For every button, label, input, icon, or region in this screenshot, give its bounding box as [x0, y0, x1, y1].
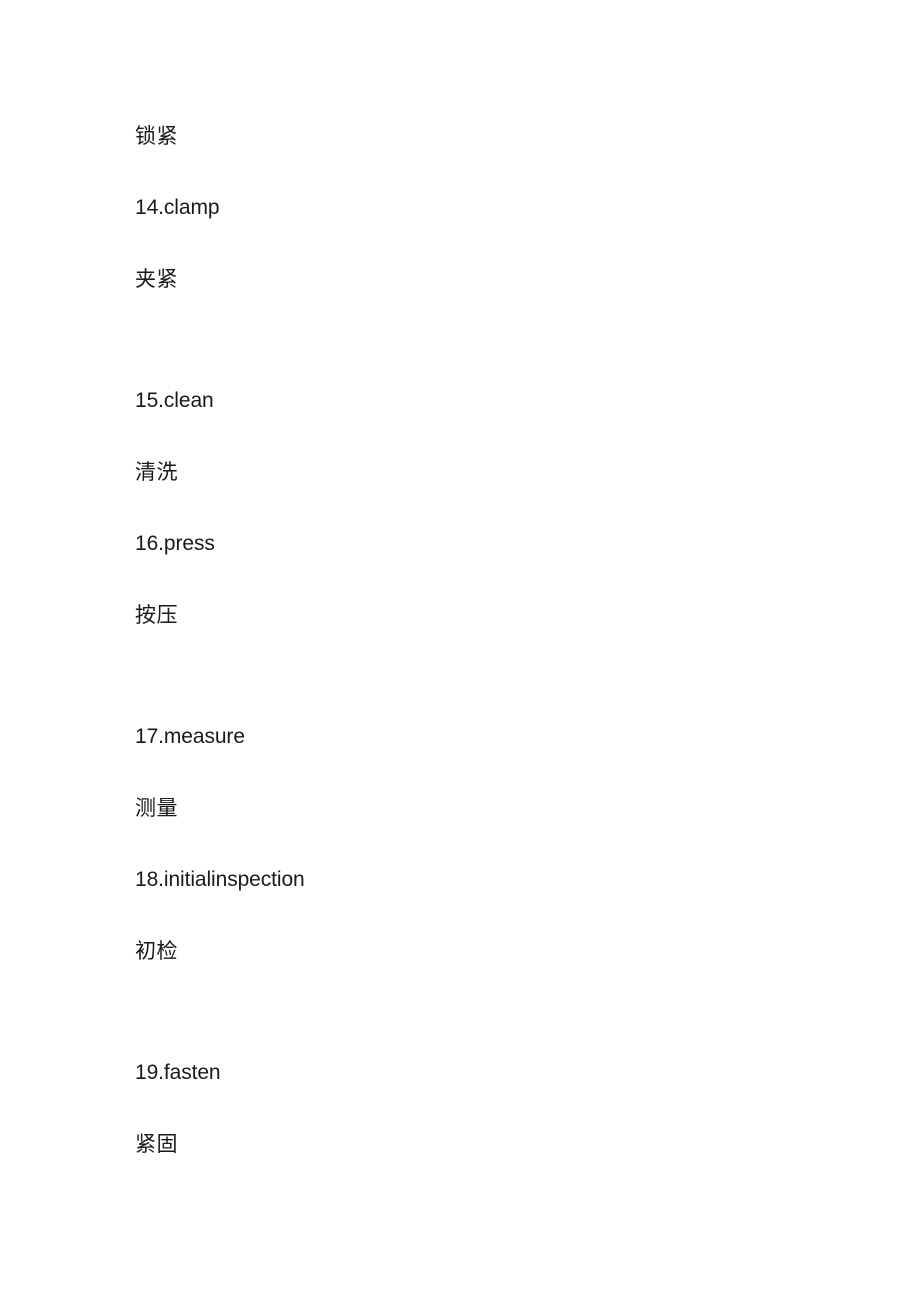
vocabulary-entry: 14.clamp 夹紧 [135, 172, 860, 315]
vocabulary-entry: 15.clean 清洗 [135, 365, 860, 508]
entry-translation-line: 按压 [135, 603, 178, 627]
entry-translation-line: 清洗 [135, 460, 178, 484]
vocabulary-entry: 18.initialinspection 初检 [135, 844, 860, 987]
entry-translation-line: 夹紧 [135, 267, 178, 291]
entry-translation-line: 初检 [135, 939, 178, 963]
document-content: 锁紧 14.clamp 夹紧 15.clean 清洗 16.press 按压 17.measu… [135, 100, 860, 1180]
entry-term-line: 18.initialinspection [135, 868, 305, 891]
entry-term-line: 15.clean [135, 389, 214, 412]
vocabulary-entry: 16.press 按压 [135, 508, 860, 651]
entry-term-line: 17.measure [135, 725, 245, 748]
entry-term-line: 16.press [135, 532, 215, 555]
entry-translation-line: 测量 [135, 796, 178, 820]
vocabulary-entry: 锁紧 [135, 100, 860, 172]
document-page: 锁紧 14.clamp 夹紧 15.clean 清洗 16.press 按压 17.measu… [0, 0, 920, 1301]
entry-translation-line: 锁紧 [135, 124, 178, 148]
entry-translation-line: 紧固 [135, 1132, 178, 1156]
entry-term-line: 14.clamp [135, 196, 220, 219]
vocabulary-entry: 19.fasten 紧固 [135, 1037, 860, 1180]
vocabulary-entry: 17.measure 测量 [135, 701, 860, 844]
entry-term-line: 19.fasten [135, 1061, 221, 1084]
